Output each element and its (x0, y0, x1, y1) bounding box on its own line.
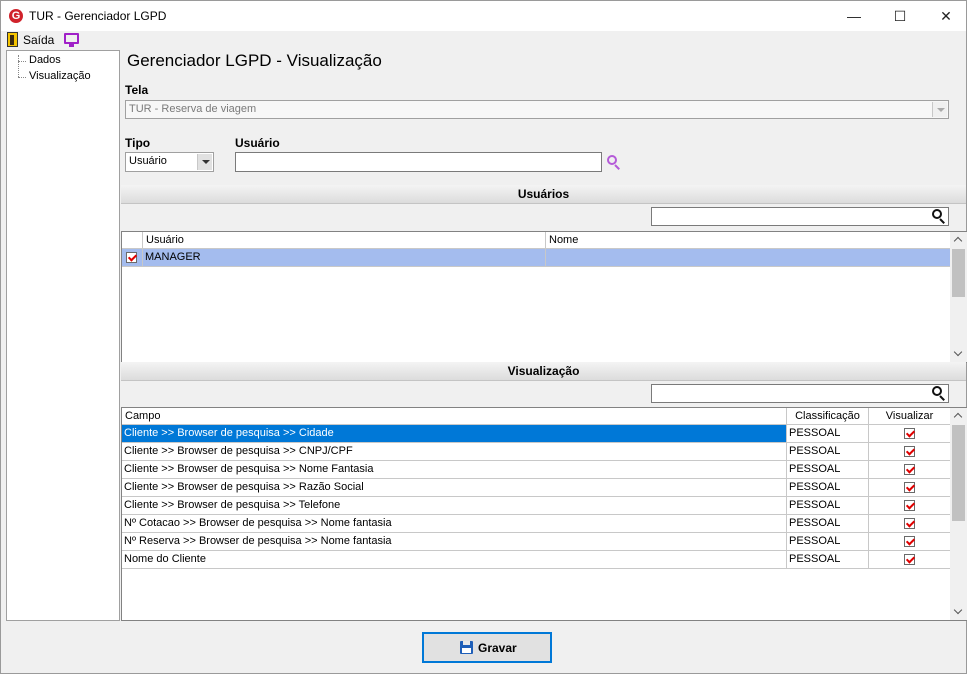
usuario-cell: MANAGER (143, 249, 546, 267)
campo-cell: Cliente >> Browser de pesquisa >> CNPJ/C… (122, 443, 787, 461)
campo-cell: Nome do Cliente (122, 551, 787, 569)
exit-menu-item[interactable]: Saída (23, 33, 54, 47)
chevron-down-icon (932, 102, 947, 117)
classificacao-cell: PESSOAL (787, 551, 869, 569)
column-header-nome[interactable]: Nome (546, 232, 951, 249)
title-bar: G TUR - Gerenciador LGPD — ☐ ✕ (1, 1, 966, 31)
visualizar-cell (869, 443, 951, 461)
campo-cell: Cliente >> Browser de pesquisa >> Razão … (122, 479, 787, 497)
tree-connector (18, 61, 26, 62)
tela-select-value: TUR - Reserva de viagem (129, 103, 257, 115)
table-row[interactable]: Cliente >> Browser de pesquisa >> Razão … (122, 479, 951, 497)
visualizar-cell (869, 515, 951, 533)
tree-item-visualizacao[interactable]: Visualização (29, 70, 91, 82)
exit-door-icon[interactable] (7, 32, 18, 47)
column-header-classificacao[interactable]: Classificação (787, 408, 869, 425)
visualizar-checkbox[interactable] (904, 446, 915, 457)
visualizar-checkbox[interactable] (904, 518, 915, 529)
tipo-label: Tipo (125, 136, 151, 150)
column-header-usuario[interactable]: Usuário (143, 232, 546, 249)
visualizar-checkbox[interactable] (904, 500, 915, 511)
app-window: G TUR - Gerenciador LGPD — ☐ ✕ Saída Dad… (0, 0, 967, 674)
column-header-check (122, 232, 143, 249)
table-row[interactable]: MANAGER (122, 249, 951, 267)
visualizacao-scrollbar[interactable] (950, 408, 967, 620)
monitor-icon[interactable] (64, 33, 79, 47)
table-row[interactable]: Cliente >> Browser de pesquisa >> Nome F… (122, 461, 951, 479)
tela-select[interactable]: TUR - Reserva de viagem (125, 100, 949, 119)
visualizar-checkbox[interactable] (904, 464, 915, 475)
visualizar-cell (869, 425, 951, 443)
scroll-thumb[interactable] (952, 425, 965, 521)
usuarios-grid: Usuário Nome MANAGER (121, 231, 967, 363)
campo-cell: Nº Reserva >> Browser de pesquisa >> Nom… (122, 533, 787, 551)
table-row[interactable]: Cliente >> Browser de pesquisa >> CNPJ/C… (122, 443, 951, 461)
save-button[interactable]: Gravar (422, 632, 552, 663)
tree-connector (18, 55, 19, 77)
scroll-down-icon[interactable] (950, 604, 967, 620)
tipo-select-value: Usuário (129, 155, 167, 167)
scroll-up-icon[interactable] (950, 408, 967, 424)
classificacao-cell: PESSOAL (787, 479, 869, 497)
table-row[interactable]: Cliente >> Browser de pesquisa >> Telefo… (122, 497, 951, 515)
scroll-up-icon[interactable] (950, 232, 967, 248)
campo-cell: Nº Cotacao >> Browser de pesquisa >> Nom… (122, 515, 787, 533)
classificacao-cell: PESSOAL (787, 533, 869, 551)
row-checkbox[interactable] (126, 252, 137, 263)
tipo-select[interactable]: Usuário (125, 152, 214, 172)
classificacao-cell: PESSOAL (787, 497, 869, 515)
table-row[interactable]: Cliente >> Browser de pesquisa >> Cidade… (122, 425, 951, 443)
maximize-button[interactable]: ☐ (877, 1, 923, 31)
campo-cell: Cliente >> Browser de pesquisa >> Telefo… (122, 497, 787, 515)
usuarios-search-input[interactable] (651, 207, 949, 226)
close-button[interactable]: ✕ (923, 1, 967, 31)
visualizar-cell (869, 551, 951, 569)
usuarios-section-header: Usuários (121, 185, 966, 204)
minimize-button[interactable]: — (831, 1, 877, 31)
tela-label: Tela (125, 83, 149, 97)
search-icon[interactable] (932, 209, 946, 224)
visualizar-checkbox[interactable] (904, 536, 915, 547)
classificacao-cell: PESSOAL (787, 515, 869, 533)
chevron-down-icon (197, 154, 212, 170)
visualizacao-section-header: Visualização (121, 362, 966, 381)
visualizacao-search-input[interactable] (651, 384, 949, 403)
table-row[interactable]: Nº Cotacao >> Browser de pesquisa >> Nom… (122, 515, 951, 533)
visualizar-checkbox[interactable] (904, 428, 915, 439)
visualizar-cell (869, 533, 951, 551)
nav-tree: Dados Visualização (6, 50, 120, 621)
visualizar-checkbox[interactable] (904, 554, 915, 565)
scroll-thumb[interactable] (952, 249, 965, 297)
app-logo-icon: G (9, 9, 23, 23)
column-header-campo[interactable]: Campo (122, 408, 787, 425)
visualizar-cell (869, 461, 951, 479)
column-header-visualizar[interactable]: Visualizar (869, 408, 951, 425)
table-row[interactable]: Nome do Cliente PESSOAL (122, 551, 951, 569)
usuario-input[interactable] (235, 152, 602, 172)
table-row[interactable]: Nº Reserva >> Browser de pesquisa >> Nom… (122, 533, 951, 551)
menu-bar: Saída (1, 31, 966, 49)
usuarios-scrollbar[interactable] (950, 232, 967, 362)
visualizar-cell (869, 479, 951, 497)
usuario-label: Usuário (235, 136, 280, 150)
nome-cell (546, 249, 951, 267)
page-title: Gerenciador LGPD - Visualização (127, 51, 382, 70)
classificacao-cell: PESSOAL (787, 443, 869, 461)
visualizacao-grid: Campo Classificação Visualizar Cliente >… (121, 407, 967, 621)
campo-cell: Cliente >> Browser de pesquisa >> Nome F… (122, 461, 787, 479)
row-check-cell (122, 249, 143, 267)
classificacao-cell: PESSOAL (787, 425, 869, 443)
window-title: TUR - Gerenciador LGPD (29, 9, 167, 23)
campo-cell: Cliente >> Browser de pesquisa >> Cidade (122, 425, 787, 443)
tree-item-dados[interactable]: Dados (29, 54, 61, 66)
tree-connector (18, 77, 26, 78)
save-button-label: Gravar (478, 641, 517, 655)
scroll-down-icon[interactable] (950, 346, 967, 362)
classificacao-cell: PESSOAL (787, 461, 869, 479)
search-icon[interactable] (932, 386, 946, 401)
floppy-disk-icon (460, 641, 473, 654)
visualizar-checkbox[interactable] (904, 482, 915, 493)
search-icon[interactable] (607, 155, 621, 170)
visualizar-cell (869, 497, 951, 515)
